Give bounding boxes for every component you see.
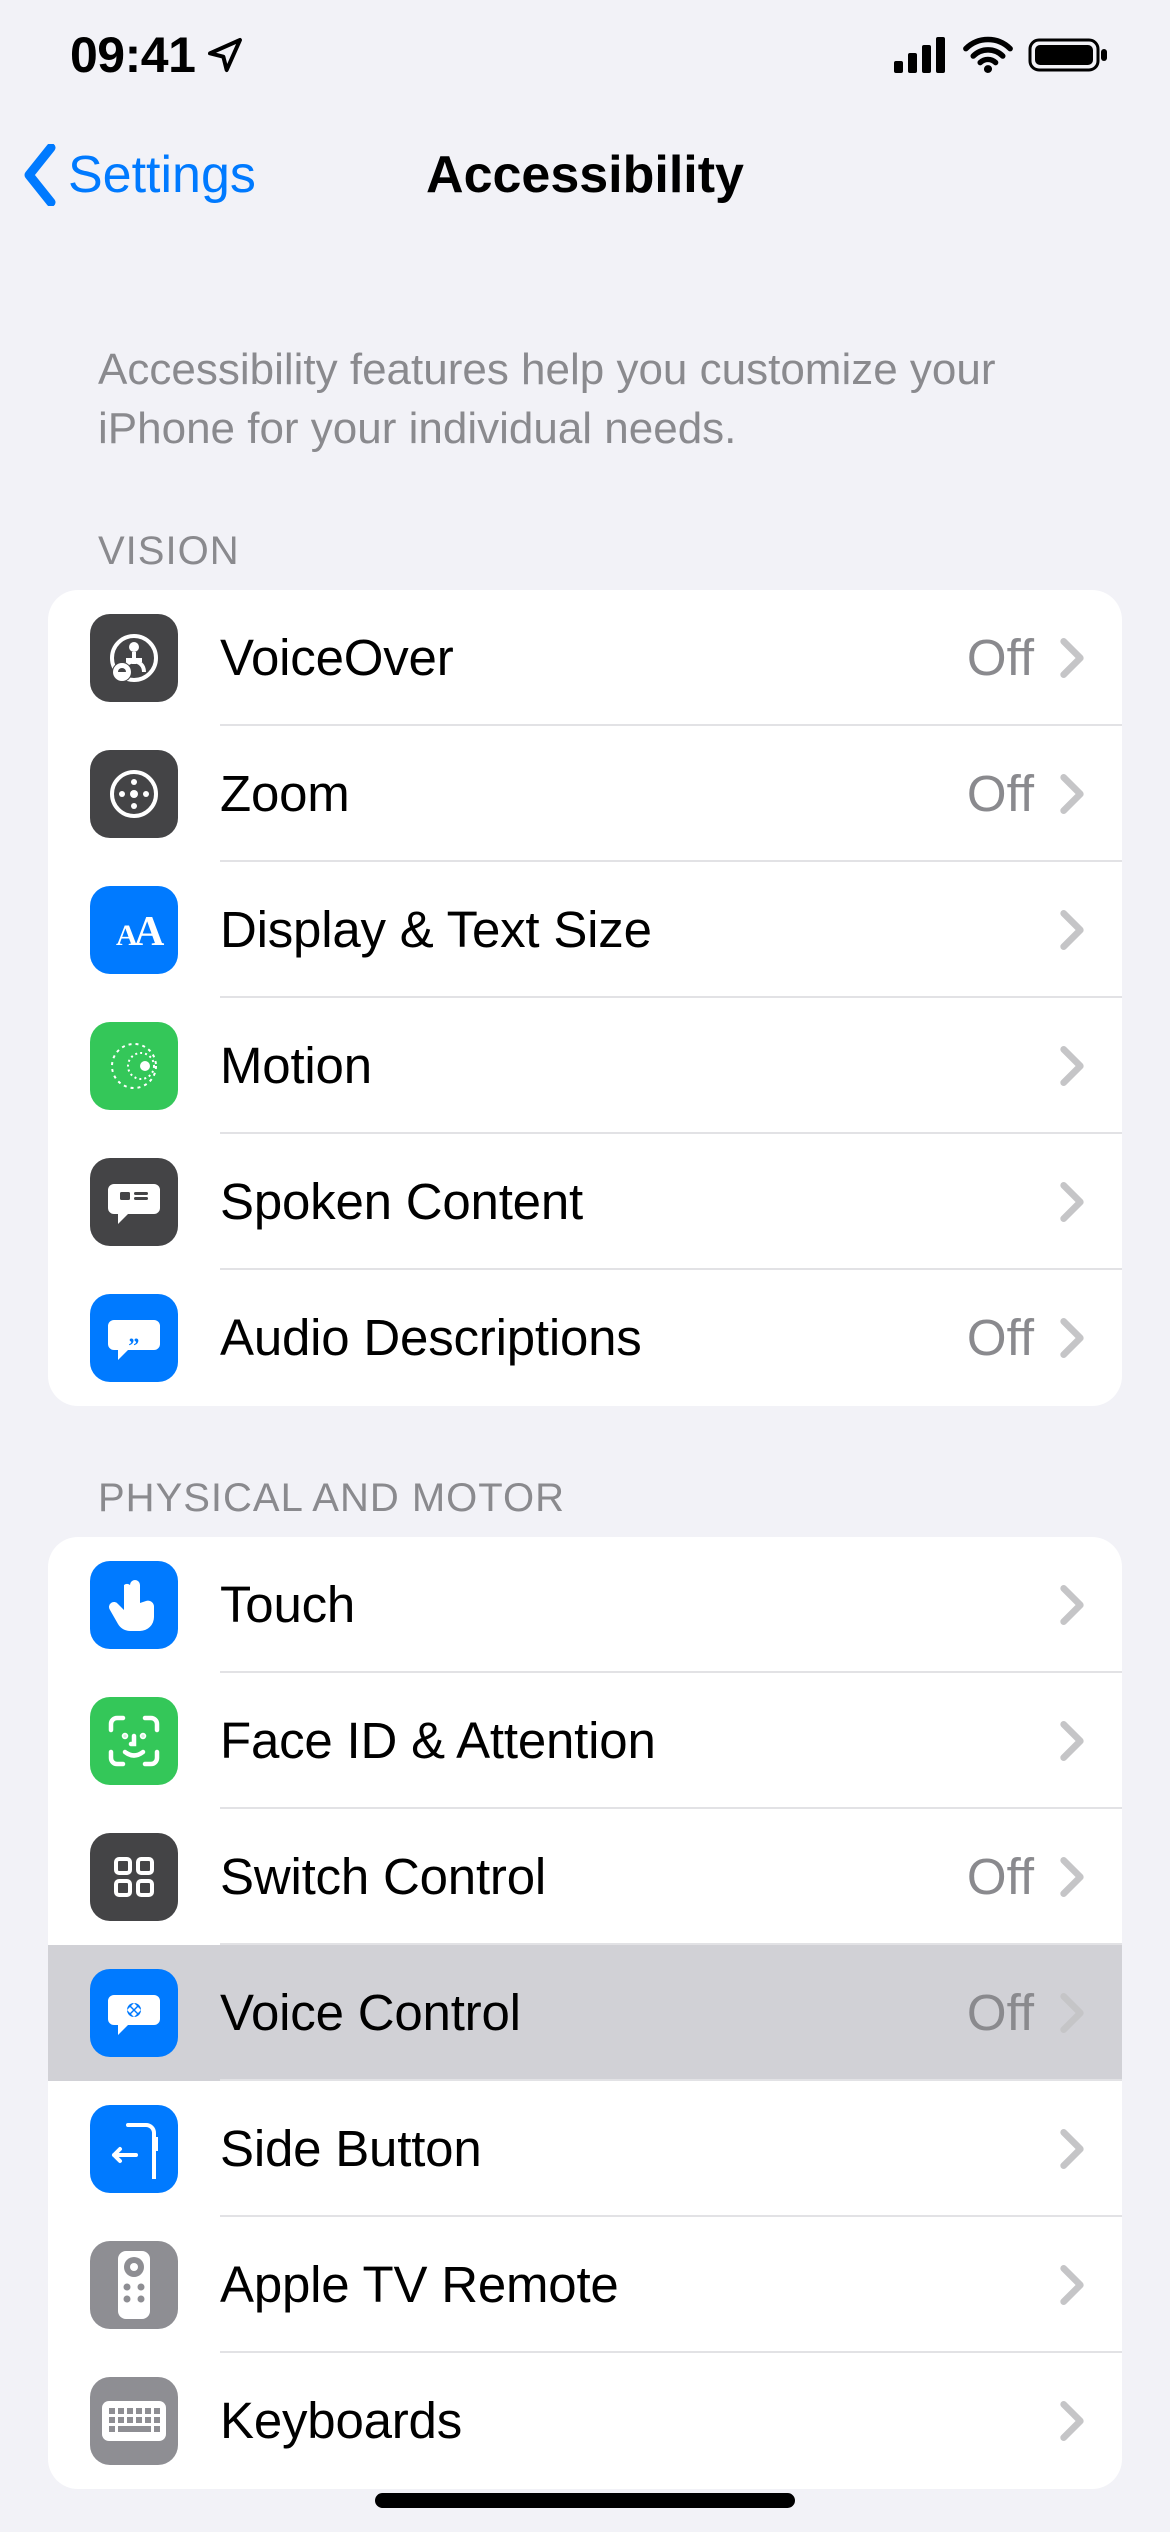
- row-side-button[interactable]: Side Button: [48, 2081, 1122, 2217]
- keyboards-icon: [90, 2377, 178, 2465]
- motion-icon: [90, 1022, 178, 1110]
- battery-icon: [1028, 36, 1110, 74]
- row-voiceover[interactable]: VoiceOver Off: [48, 590, 1122, 726]
- sidebutton-icon: [90, 2105, 178, 2193]
- home-indicator[interactable]: [375, 2493, 795, 2508]
- row-motion[interactable]: Motion: [48, 998, 1122, 1134]
- audiodesc-icon: „: [90, 1294, 178, 1382]
- group-vision: VoiceOver Off Zoom Off AA Display & Text…: [48, 590, 1122, 1406]
- row-zoom[interactable]: Zoom Off: [48, 726, 1122, 862]
- row-label: Switch Control: [220, 1847, 967, 1906]
- wifi-icon: [962, 36, 1014, 74]
- intro-text: Accessibility features help you customiz…: [48, 340, 1122, 459]
- row-faceid-attention[interactable]: Face ID & Attention: [48, 1673, 1122, 1809]
- voiceover-icon: [90, 614, 178, 702]
- svg-text:A: A: [134, 909, 165, 955]
- row-label: Motion: [220, 1036, 1060, 1095]
- textsize-icon: AA: [90, 886, 178, 974]
- chevron-right-icon: [1060, 1318, 1084, 1358]
- row-switch-control[interactable]: Switch Control Off: [48, 1809, 1122, 1945]
- status-time-text: 09:41: [70, 26, 195, 84]
- cellular-icon: [894, 37, 948, 73]
- chevron-right-icon: [1060, 1721, 1084, 1761]
- chevron-right-icon: [1060, 1046, 1084, 1086]
- chevron-right-icon: [1060, 774, 1084, 814]
- back-label: Settings: [68, 145, 256, 205]
- row-audio-descriptions[interactable]: „ Audio Descriptions Off: [48, 1270, 1122, 1406]
- status-bar: 09:41: [0, 0, 1170, 110]
- back-button[interactable]: Settings: [18, 144, 256, 206]
- chevron-right-icon: [1060, 2401, 1084, 2441]
- chevron-right-icon: [1060, 910, 1084, 950]
- chevron-left-icon: [18, 144, 62, 206]
- row-touch[interactable]: Touch: [48, 1537, 1122, 1673]
- row-label: Keyboards: [220, 2391, 1060, 2450]
- chevron-right-icon: [1060, 2265, 1084, 2305]
- chevron-right-icon: [1060, 638, 1084, 678]
- chevron-right-icon: [1060, 2129, 1084, 2169]
- row-label: Spoken Content: [220, 1172, 1060, 1231]
- chevron-right-icon: [1060, 1993, 1084, 2033]
- row-value: Off: [967, 628, 1034, 687]
- row-display-text-size[interactable]: AA Display & Text Size: [48, 862, 1122, 998]
- row-value: Off: [967, 764, 1034, 823]
- section-header-vision: VISION: [48, 529, 1122, 590]
- row-label: Apple TV Remote: [220, 2255, 1060, 2314]
- nav-bar: Settings Accessibility: [0, 110, 1170, 240]
- row-keyboards[interactable]: Keyboards: [48, 2353, 1122, 2489]
- switch-icon: [90, 1833, 178, 1921]
- row-label: Side Button: [220, 2119, 1060, 2178]
- row-label: Zoom: [220, 764, 967, 823]
- row-value: Off: [967, 1847, 1034, 1906]
- row-label: Audio Descriptions: [220, 1308, 967, 1367]
- row-value: Off: [967, 1308, 1034, 1367]
- row-label: Display & Text Size: [220, 900, 1060, 959]
- row-label: Voice Control: [220, 1983, 967, 2042]
- voicectrl-icon: [90, 1969, 178, 2057]
- location-icon: [205, 35, 245, 75]
- row-label: VoiceOver: [220, 628, 967, 687]
- status-icons: [894, 36, 1110, 74]
- spoken-icon: [90, 1158, 178, 1246]
- group-physical: Touch Face ID & Attention: [48, 1537, 1122, 2489]
- row-label: Touch: [220, 1575, 1060, 1634]
- section-header-physical: PHYSICAL AND MOTOR: [48, 1476, 1122, 1537]
- chevron-right-icon: [1060, 1857, 1084, 1897]
- row-apple-tv-remote[interactable]: Apple TV Remote: [48, 2217, 1122, 2353]
- content: Accessibility features help you customiz…: [0, 340, 1170, 2489]
- row-label: Face ID & Attention: [220, 1711, 1060, 1770]
- svg-text:„: „: [129, 1322, 140, 1347]
- chevron-right-icon: [1060, 1182, 1084, 1222]
- row-voice-control[interactable]: Voice Control Off: [48, 1945, 1122, 2081]
- appletv-icon: [90, 2241, 178, 2329]
- row-value: Off: [967, 1983, 1034, 2042]
- row-spoken-content[interactable]: Spoken Content: [48, 1134, 1122, 1270]
- touch-icon: [90, 1561, 178, 1649]
- chevron-right-icon: [1060, 1585, 1084, 1625]
- zoom-icon: [90, 750, 178, 838]
- faceid-icon: [90, 1697, 178, 1785]
- status-time: 09:41: [70, 26, 245, 84]
